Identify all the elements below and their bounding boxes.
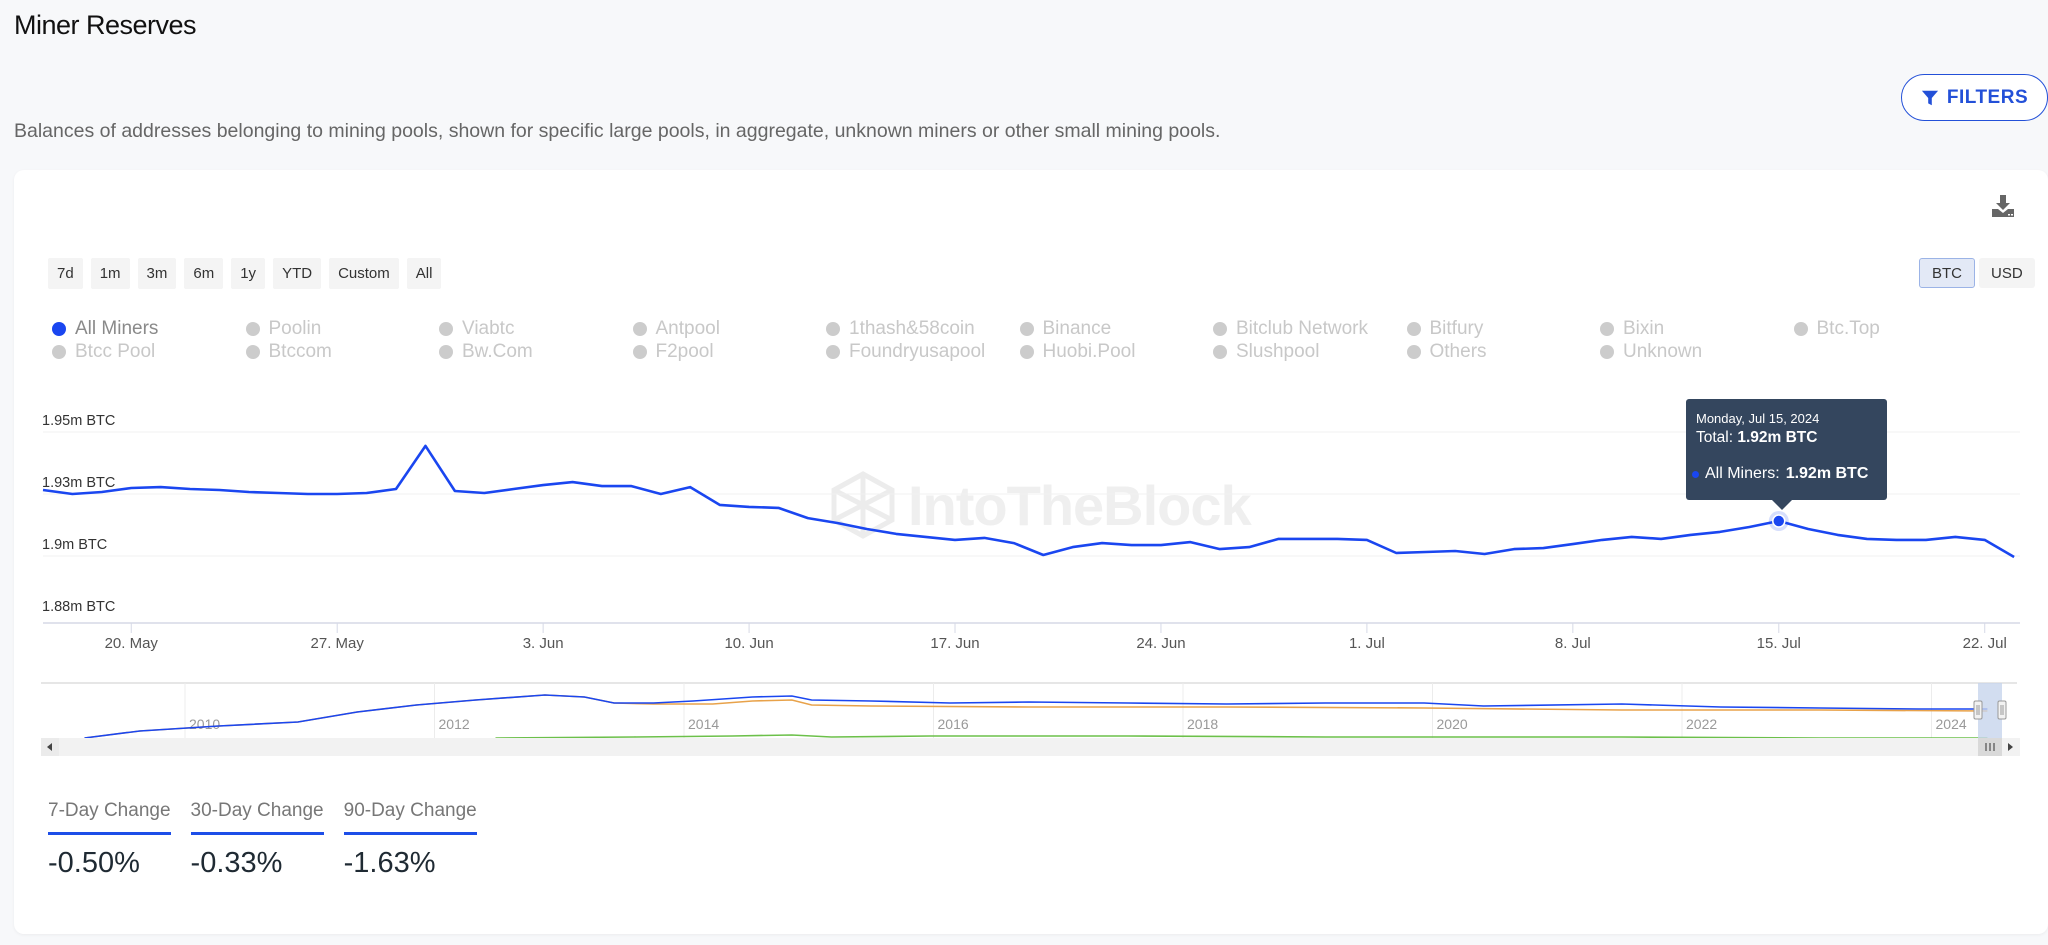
navigator-handle[interactable]: [1997, 700, 2007, 720]
x-tick-label: 10. Jun: [724, 635, 773, 652]
change-7d-value: -0.50%: [48, 847, 140, 879]
y-tick-label: 1.9m BTC: [42, 537, 107, 553]
y-tick-label: 1.88m BTC: [42, 599, 115, 615]
navigator-year-label: 2010: [189, 716, 220, 732]
navigator-year-label: 2016: [938, 716, 969, 732]
y-tick-label: 1.93m BTC: [42, 475, 115, 491]
change-30d-value: -0.33%: [190, 847, 283, 879]
change-stats: 7-Day Change -0.50% 30-Day Change -0.33%…: [48, 800, 477, 880]
change-30d: 30-Day Change -0.33%: [190, 800, 324, 880]
change-7d: 7-Day Change -0.50%: [48, 800, 171, 880]
navigator-year-label: 2022: [1686, 716, 1717, 732]
change-7d-label[interactable]: 7-Day Change: [48, 800, 171, 835]
x-tick-label: 22. Jul: [1963, 635, 2007, 652]
x-tick-label: 17. Jun: [930, 635, 979, 652]
x-tick-label: 15. Jul: [1757, 635, 1801, 652]
change-90d-label[interactable]: 90-Day Change: [343, 800, 477, 835]
navigator-handle-grip: [1973, 700, 1983, 720]
navigator-handle[interactable]: [1973, 700, 1983, 720]
tooltip-date: Monday, Jul 15, 2024: [1696, 411, 1820, 426]
change-90d-value: -1.63%: [343, 847, 436, 879]
navigator-scrollbar-track: [41, 738, 2016, 756]
y-tick-label: 1.95m BTC: [42, 413, 115, 429]
navigator-year-label: 2012: [439, 716, 470, 732]
tooltip-total: Total: 1.92m BTC: [1696, 429, 1818, 446]
navigator-year-label: 2024: [1936, 716, 1967, 732]
navigator-series-green: [495, 734, 1988, 739]
x-tick-label: 24. Jun: [1136, 635, 1185, 652]
navigator-year-label: 2020: [1437, 716, 1468, 732]
navigator-year-label: 2014: [688, 716, 719, 732]
change-30d-label[interactable]: 30-Day Change: [190, 800, 324, 835]
x-tick-label: 1. Jul: [1349, 635, 1385, 652]
navigator-year-label: 2018: [1187, 716, 1218, 732]
navigator-handle-grip: [1997, 700, 2007, 720]
x-tick-label: 8. Jul: [1555, 635, 1591, 652]
change-90d: 90-Day Change -1.63%: [343, 800, 477, 880]
x-tick-label: 20. May: [105, 635, 159, 652]
series-dot-icon: [1692, 470, 1699, 478]
x-tick-label: 3. Jun: [523, 635, 564, 652]
hover-point: [1772, 514, 1786, 528]
x-tick-label: 27. May: [311, 635, 365, 652]
chart-tooltip: Monday, Jul 15, 2024 Total: 1.92m BTC Al…: [1686, 399, 1887, 510]
tooltip-series: All Miners: 1.92m BTC: [1692, 465, 1877, 483]
